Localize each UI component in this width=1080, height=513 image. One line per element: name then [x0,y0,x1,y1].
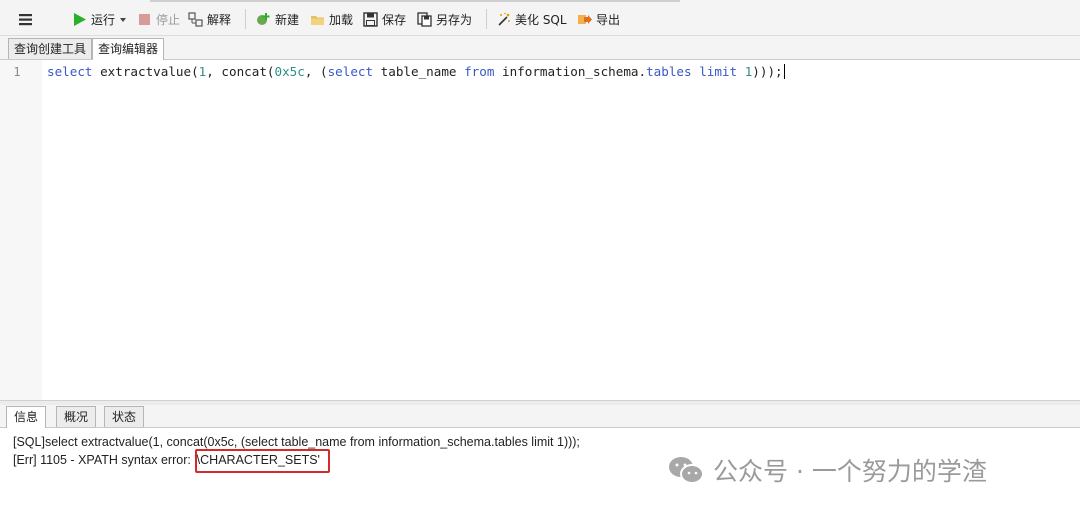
code-line[interactable]: select extractvalue(1, concat(0x5c, (sel… [47,64,785,79]
error-highlight-box [195,449,330,473]
toolbar-separator [245,9,246,29]
tab-profile[interactable]: 概况 [56,406,97,427]
toolbar: 运行 停止 解释 新建 加载 保存 另存为 美化 SQL 导出 [0,0,1080,36]
save-button[interactable]: 保存 [363,8,406,30]
new-label: 新建 [275,12,300,27]
query-tabs: 查询创建工具 查询编辑器 [0,36,1080,61]
tab-status[interactable]: 状态 [104,406,145,427]
new-button[interactable]: 新建 [256,8,299,30]
code-token: from [464,64,495,79]
stop-label: 停止 [156,12,181,27]
toolbar-separator [486,9,487,29]
code-token: extractvalue( [92,64,199,79]
wechat-icon [667,455,705,485]
line-number: 1 [13,65,21,79]
export-label: 导出 [596,12,621,27]
beautify-sql-label: 美化 SQL [515,12,567,27]
play-icon [72,12,87,27]
save-as-icon [417,11,432,27]
sql-editor[interactable]: 1 select extractvalue(1, concat(0x5c, (s… [0,60,1080,400]
export-button[interactable]: 导出 [577,8,620,30]
window-top-edge [150,0,680,2]
code-token: limit [699,64,738,79]
stop-button[interactable]: 停止 [137,8,180,30]
explain-icon [188,11,203,27]
tab-info[interactable]: 信息 [6,406,47,429]
magic-wand-icon [496,12,511,27]
save-as-label: 另存为 [436,12,473,27]
watermark: 公众号 · 一个努力的学渣 [667,452,987,488]
code-token: tables [646,64,692,79]
code-token: select [327,64,374,79]
save-as-button[interactable]: 另存为 [417,8,472,30]
dropdown-arrow-icon[interactable] [119,12,127,27]
line-number-gutter: 1 [0,60,42,400]
tab-query-builder[interactable]: 查询创建工具 [8,38,93,59]
folder-icon [310,12,325,27]
sql-echo-line: [SQL]select extractvalue(1, concat(0x5c,… [13,435,580,449]
code-token: , ( [304,64,328,79]
text-caret [783,64,785,79]
explain-button[interactable]: 解释 [188,8,231,30]
code-token: table_name [373,64,465,79]
result-tabs: 信息 概况 状态 [0,405,1080,429]
code-token: ))); [752,64,783,79]
code-token: select [47,64,93,79]
hamburger-menu-icon [18,12,33,27]
watermark-text: 公众号 · 一个努力的学渣 [713,457,987,486]
load-button[interactable]: 加载 [310,8,353,30]
run-button[interactable]: 运行 [72,8,127,30]
load-label: 加载 [329,12,354,27]
save-label: 保存 [382,12,407,27]
code-token: 0x5c [274,64,305,79]
code-token: information_schema. [494,64,647,79]
menu-button[interactable] [18,8,33,30]
code-token: , concat( [206,64,275,79]
run-label: 运行 [91,12,116,27]
new-query-icon [256,12,271,27]
stop-icon [137,12,152,27]
save-icon [363,11,378,27]
beautify-sql-button[interactable]: 美化 SQL [496,8,567,30]
explain-label: 解释 [207,12,232,27]
tab-query-editor[interactable]: 查询编辑器 [92,38,165,61]
export-icon [577,12,592,27]
